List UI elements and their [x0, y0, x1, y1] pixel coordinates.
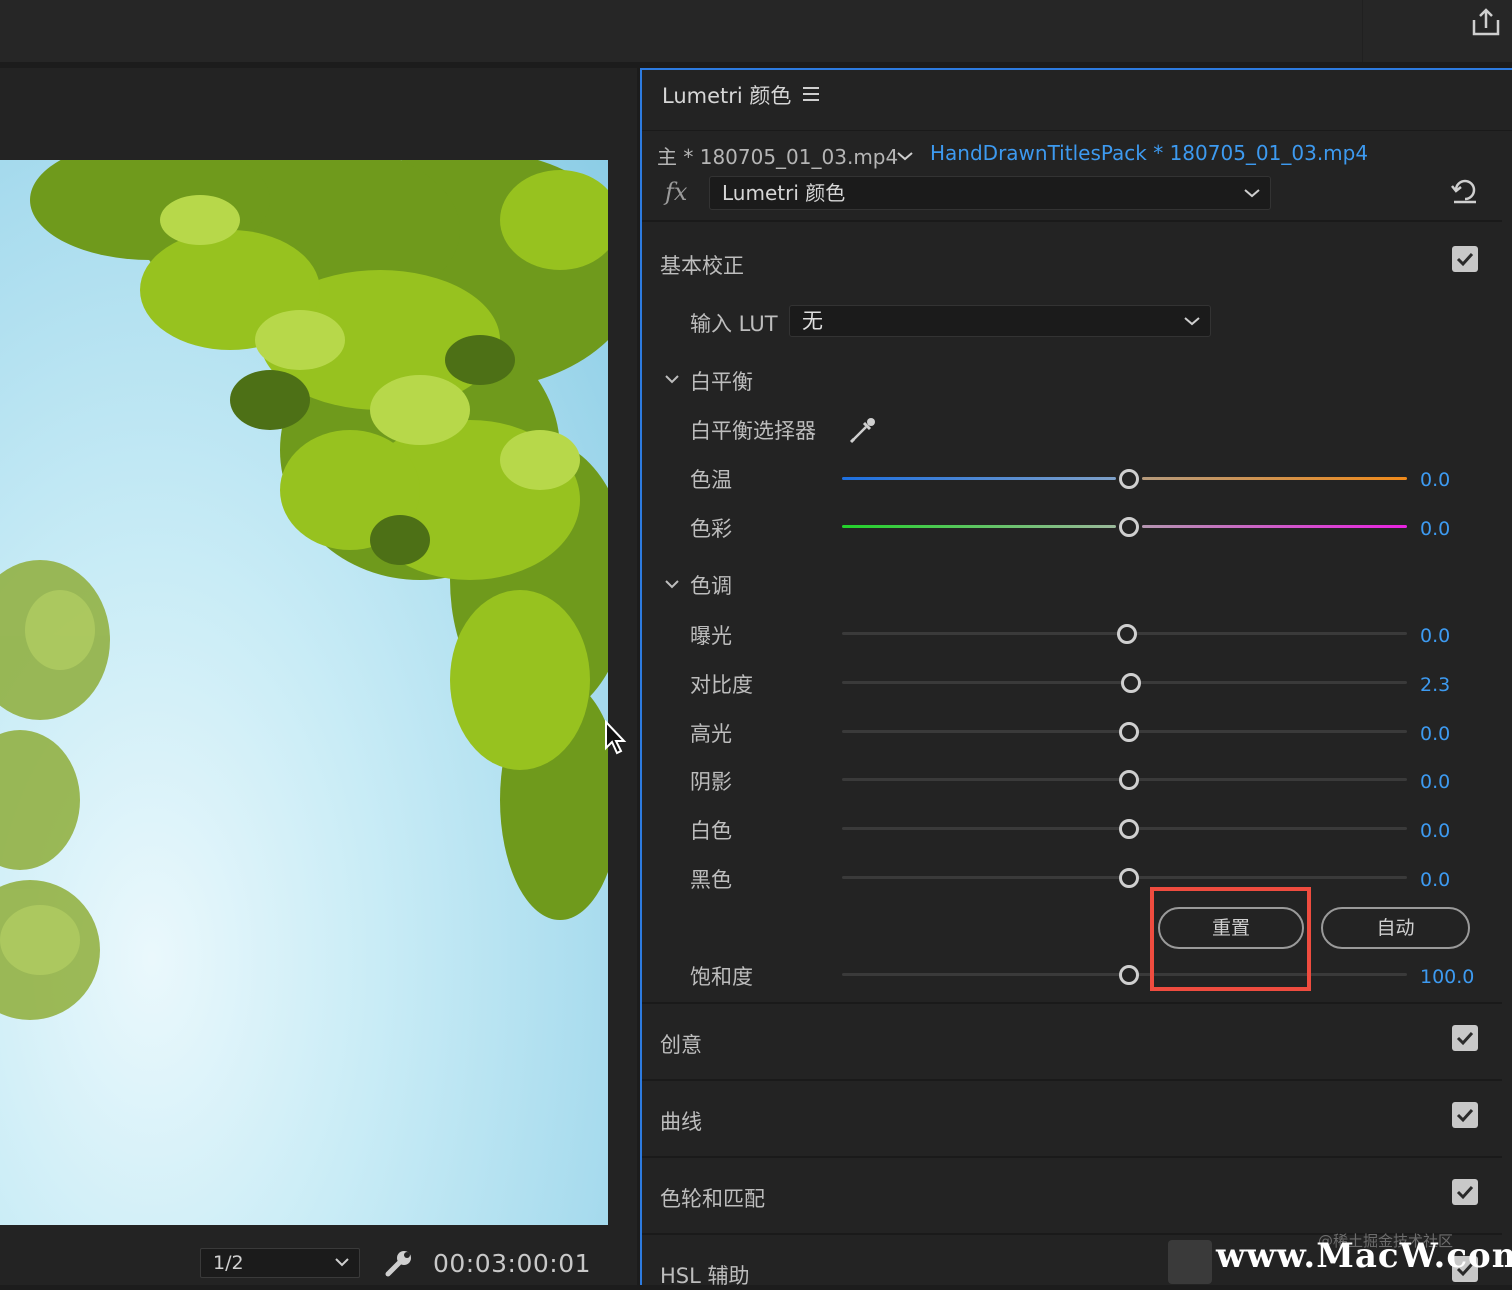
tint-slider-thumb[interactable] — [1119, 517, 1139, 537]
shadows-slider-thumb[interactable] — [1119, 770, 1139, 790]
tint-label: 色彩 — [690, 517, 732, 541]
whites-label: 白色 — [690, 819, 732, 843]
section-divider — [642, 1079, 1502, 1081]
basic-enable-checkbox[interactable] — [1452, 246, 1478, 272]
share-icon[interactable] — [1470, 6, 1502, 38]
watermark-logo — [1168, 1240, 1212, 1284]
lumetri-panel — [640, 68, 1512, 1285]
shadows-label: 阴影 — [690, 770, 732, 794]
highlights-value[interactable]: 0.0 — [1420, 723, 1450, 745]
section-basic-title[interactable]: 基本校正 — [660, 250, 744, 280]
wb-picker-label: 白平衡选择器 — [690, 419, 816, 443]
whites-value[interactable]: 0.0 — [1420, 820, 1450, 842]
section-color-wheels-title[interactable]: 色轮和匹配 — [660, 1183, 765, 1213]
contrast-label: 对比度 — [690, 673, 753, 697]
mouse-cursor-icon — [604, 719, 628, 760]
wrench-icon[interactable] — [384, 1248, 414, 1282]
temperature-value[interactable]: 0.0 — [1420, 469, 1450, 491]
curves-enable-checkbox[interactable] — [1452, 1102, 1478, 1128]
input-lut-label: 输入 LUT — [690, 312, 778, 336]
video-preview[interactable] — [0, 160, 608, 1225]
section-curves-title[interactable]: 曲线 — [660, 1106, 702, 1136]
exposure-label: 曝光 — [690, 624, 732, 648]
header-divider — [642, 130, 1512, 131]
watermark-large: www.MacW.com — [1216, 1236, 1512, 1276]
tint-value[interactable]: 0.0 — [1420, 518, 1450, 540]
eyedropper-icon[interactable] — [848, 415, 878, 449]
menu-icon[interactable] — [802, 86, 820, 106]
effect-value: Lumetri 颜色 — [722, 181, 846, 205]
highlights-slider-thumb[interactable] — [1119, 722, 1139, 742]
checkmark-icon — [1456, 1185, 1474, 1200]
master-clip-tab[interactable]: 主 * 180705_01_03.mp4 — [657, 141, 898, 170]
tint-track-left[interactable] — [842, 525, 1116, 528]
top-bar — [0, 0, 1512, 62]
contrast-value[interactable]: 2.3 — [1420, 674, 1450, 696]
section-divider — [642, 1002, 1502, 1004]
reset-highlight-box — [1150, 887, 1311, 991]
saturation-label: 饱和度 — [690, 965, 753, 989]
section-divider — [642, 220, 1502, 222]
temperature-track-right[interactable] — [1142, 477, 1407, 480]
chevron-down-icon[interactable] — [664, 575, 680, 594]
chevron-down-icon[interactable] — [897, 146, 913, 165]
top-bar-divider — [1362, 0, 1363, 62]
fx-badge[interactable]: fx — [665, 178, 687, 206]
input-lut-value: 无 — [802, 309, 823, 333]
tint-track-right[interactable] — [1142, 525, 1407, 528]
creative-enable-checkbox[interactable] — [1452, 1025, 1478, 1051]
zoom-select[interactable]: 1/2 — [200, 1248, 360, 1278]
sequence-clip-tab[interactable]: HandDrawnTitlesPack * 180705_01_03.mp4 — [930, 141, 1368, 165]
input-lut-select[interactable]: 无 — [789, 305, 1211, 337]
whites-slider-thumb[interactable] — [1119, 819, 1139, 839]
saturation-value[interactable]: 100.0 — [1420, 966, 1474, 988]
exposure-value[interactable]: 0.0 — [1420, 625, 1450, 647]
white-balance-title[interactable]: 白平衡 — [690, 366, 753, 396]
section-creative-title[interactable]: 创意 — [660, 1029, 702, 1059]
checkmark-icon — [1456, 252, 1474, 267]
reset-effect-icon[interactable] — [1450, 178, 1480, 210]
section-divider — [642, 1156, 1502, 1158]
blacks-slider-thumb[interactable] — [1119, 868, 1139, 888]
chevron-down-icon — [335, 1258, 349, 1267]
contrast-slider-thumb[interactable] — [1121, 673, 1141, 693]
temperature-track-left[interactable] — [842, 477, 1116, 480]
saturation-slider-thumb[interactable] — [1119, 965, 1139, 985]
chevron-down-icon[interactable] — [664, 370, 680, 389]
checkmark-icon — [1456, 1108, 1474, 1123]
zoom-value: 1/2 — [213, 1252, 244, 1274]
highlights-label: 高光 — [690, 722, 732, 746]
blacks-value[interactable]: 0.0 — [1420, 869, 1450, 891]
blacks-label: 黑色 — [690, 868, 732, 892]
effect-select[interactable]: Lumetri 颜色 — [709, 176, 1271, 210]
exposure-slider-thumb[interactable] — [1117, 624, 1137, 644]
panel-title[interactable]: Lumetri 颜色 — [662, 80, 791, 110]
color-wheels-enable-checkbox[interactable] — [1452, 1179, 1478, 1205]
section-hsl-title[interactable]: HSL 辅助 — [660, 1260, 750, 1290]
timecode[interactable]: 00:03:00:01 — [433, 1249, 591, 1278]
chevron-down-icon — [1184, 317, 1200, 326]
checkmark-icon — [1456, 1031, 1474, 1046]
auto-button[interactable]: 自动 — [1321, 907, 1470, 949]
temperature-label: 色温 — [690, 468, 732, 492]
chevron-down-icon — [1244, 189, 1260, 198]
shadows-value[interactable]: 0.0 — [1420, 771, 1450, 793]
temperature-slider-thumb[interactable] — [1119, 469, 1139, 489]
tone-title[interactable]: 色调 — [690, 570, 732, 600]
